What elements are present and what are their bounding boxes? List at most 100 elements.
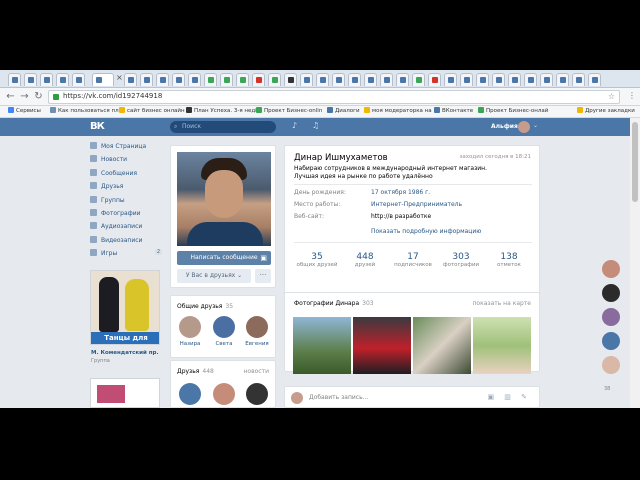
work-value[interactable]: Интернет-Предприниматель (371, 201, 462, 208)
bookmark-star-icon[interactable]: ☆ (608, 92, 615, 101)
friend-avatar[interactable] (213, 383, 235, 405)
website-value[interactable]: http://в разработке (371, 213, 431, 220)
user-name[interactable]: Альфия (491, 123, 518, 130)
photo-thumbnail[interactable] (293, 317, 351, 374)
browser-tab-active[interactable] (92, 73, 114, 86)
user-avatar[interactable] (518, 121, 530, 133)
url-input[interactable]: https://vk.com/id192744918 ☆ (48, 90, 620, 104)
bookmark-item[interactable]: Проект Бизнес-онлай (478, 107, 548, 114)
browser-tab[interactable] (556, 73, 569, 86)
browser-tab[interactable] (316, 73, 329, 86)
in-friends-button[interactable]: У Вас в друзьях ⌄ (177, 269, 251, 283)
friend-item[interactable]: Евгения (242, 316, 272, 347)
photo-thumbnail[interactable] (353, 317, 411, 374)
forward-icon[interactable]: → (18, 90, 31, 103)
ad-image[interactable]: Танцы для детей (90, 270, 160, 345)
browser-tab[interactable] (188, 73, 201, 86)
friend-item[interactable]: Назира (175, 316, 205, 347)
browser-tab[interactable] (332, 73, 345, 86)
browser-tab[interactable] (444, 73, 457, 86)
photo-thumbnail[interactable] (473, 317, 531, 374)
counter-photos[interactable]: 303 фотографии (438, 252, 484, 268)
browser-tab[interactable] (220, 73, 233, 86)
show-on-map-link[interactable]: показать на карте (472, 300, 531, 307)
browser-tab[interactable] (204, 73, 217, 86)
more-actions-button[interactable]: ··· (255, 269, 271, 283)
chat-avatar[interactable] (602, 284, 620, 302)
bookmark-item[interactable]: Другие закладки (577, 107, 635, 114)
browser-tab[interactable] (412, 73, 425, 86)
browser-tab[interactable] (380, 73, 393, 86)
browser-tab[interactable] (348, 73, 361, 86)
gift-icon[interactable]: ▣ (260, 251, 267, 265)
menu-item-groups[interactable]: Группы (90, 195, 166, 209)
new-post-input[interactable]: Добавить запись... (309, 394, 368, 401)
send-message-button[interactable]: Написать сообщение ▣ (177, 251, 271, 265)
browser-menu-icon[interactable]: ⋮ (628, 91, 636, 100)
scrollbar-thumb[interactable] (632, 122, 638, 202)
browser-tab[interactable] (156, 73, 169, 86)
profile-avatar[interactable] (177, 152, 271, 246)
browser-tab[interactable] (428, 73, 441, 86)
counter-followers[interactable]: 17 подписчиков (390, 252, 436, 268)
friends-news-link[interactable]: новости (244, 368, 270, 375)
bookmark-item[interactable]: моя модераторка на (364, 107, 432, 114)
photos-title[interactable]: Фотографии Динара 303 (294, 300, 374, 307)
browser-tab[interactable] (56, 73, 69, 86)
friend-avatar[interactable] (179, 383, 201, 405)
menu-item-games[interactable]: Игры 2 (90, 249, 166, 262)
browser-tab[interactable] (460, 73, 473, 86)
reload-icon[interactable]: ↻ (32, 90, 45, 103)
menu-item-news[interactable]: Новости (90, 155, 166, 168)
music-icon[interactable]: ♫ (312, 121, 319, 130)
browser-tab[interactable] (140, 73, 153, 86)
bookmark-item[interactable]: Как пользоваться пл (50, 107, 119, 114)
menu-item-video[interactable]: Видеозаписи (90, 235, 166, 249)
browser-tab[interactable] (476, 73, 489, 86)
bookmark-item[interactable]: ВКонтакте (434, 107, 473, 114)
friend-item[interactable]: Света (209, 316, 239, 347)
counter-common-friends[interactable]: 35 общих друзей (294, 252, 340, 268)
counter-friends[interactable]: 448 друзей (342, 252, 388, 268)
bookmark-item[interactable]: Проект Бизнес-onlin (256, 107, 322, 114)
photo-thumbnail[interactable] (413, 317, 471, 374)
browser-tab[interactable] (40, 73, 53, 86)
show-details-link[interactable]: Показать подробную информацию (371, 228, 481, 235)
browser-tab[interactable] (524, 73, 537, 86)
browser-tab[interactable] (492, 73, 505, 86)
friends-title[interactable]: Друзья 448 (177, 368, 214, 375)
bookmark-item[interactable]: План Успеха. 3-я неді (186, 107, 257, 114)
page-scrollbar[interactable] (630, 118, 640, 408)
browser-tab[interactable] (172, 73, 185, 86)
browser-tab[interactable] (72, 73, 85, 86)
menu-item-friends[interactable]: Друзья (90, 182, 166, 195)
browser-tab[interactable] (396, 73, 409, 86)
chat-avatar[interactable] (602, 308, 620, 326)
browser-tab[interactable] (24, 73, 37, 86)
chat-avatar[interactable] (602, 260, 620, 278)
browser-tab[interactable] (284, 73, 297, 86)
menu-item-my-page[interactable]: Моя Страница (90, 142, 166, 155)
bookmark-item[interactable]: сайт бизнес онлайн (119, 107, 185, 114)
chat-avatar[interactable] (602, 332, 620, 350)
counter-tags[interactable]: 138 отметок (486, 252, 532, 268)
menu-item-audio[interactable]: Аудиозаписи (90, 222, 166, 235)
menu-item-photos[interactable]: Фотографии (90, 208, 166, 222)
browser-tab[interactable] (572, 73, 585, 86)
chevron-down-icon[interactable]: ⌄ (533, 122, 538, 129)
back-icon[interactable]: ← (4, 90, 17, 103)
browser-tab[interactable] (508, 73, 521, 86)
search-input[interactable]: ⌕ Поиск (170, 121, 276, 133)
browser-tab[interactable] (268, 73, 281, 86)
browser-tab[interactable] (252, 73, 265, 86)
bookmark-item[interactable]: Сервисы (8, 107, 41, 114)
birthday-value[interactable]: 17 октября 1986 г. (371, 189, 430, 196)
common-friends-title[interactable]: Общие друзья 35 (177, 303, 233, 310)
browser-tab[interactable] (540, 73, 553, 86)
browser-tab[interactable] (588, 73, 601, 86)
friend-avatar[interactable] (246, 383, 268, 405)
browser-tab[interactable] (300, 73, 313, 86)
menu-item-messages[interactable]: Сообщения (90, 168, 166, 182)
ad-title[interactable]: М. Комендатский пр. (91, 350, 159, 356)
browser-tab[interactable] (236, 73, 249, 86)
